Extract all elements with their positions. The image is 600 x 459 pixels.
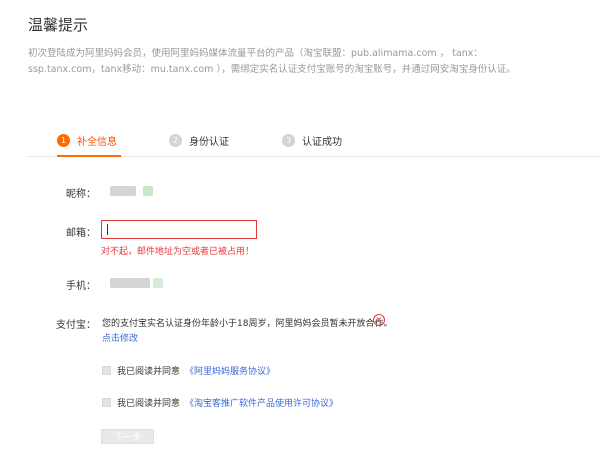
active-step-underline <box>57 155 121 157</box>
email-error-message: 对不起，邮件地址为空或者已被占用！ <box>101 247 255 257</box>
text-caret <box>107 224 108 235</box>
email-label: 邮箱： <box>66 228 96 239</box>
phone-value-blurred-2 <box>153 278 163 288</box>
phone-label: 手机： <box>66 281 96 292</box>
nickname-label: 昵称： <box>66 189 96 200</box>
step-2: 2 身份认证 <box>169 133 229 148</box>
phone-value-blurred <box>110 278 150 288</box>
step-number-1: 1 <box>57 134 70 147</box>
agreement-row-1: 我已阅读并同意 《阿里妈妈服务协议》 <box>102 364 275 377</box>
agree-checkbox-1[interactable] <box>102 366 111 375</box>
agreement-row-2: 我已阅读并同意 《淘宝客推广软件产品使用许可协议》 <box>102 396 338 409</box>
alipay-label: 支付宝： <box>56 320 96 331</box>
step-1: 1 补全信息 <box>57 133 117 148</box>
agree-text-2: 我已阅读并同意 <box>117 399 181 409</box>
page-title: 温馨提示 <box>28 16 89 34</box>
taobaoke-license-agreement-link[interactable]: 《淘宝客推广软件产品使用许可协议》 <box>185 396 338 409</box>
agree-checkbox-2[interactable] <box>102 398 111 407</box>
step-3: 3 认证成功 <box>282 133 342 148</box>
nickname-value-blurred-2 <box>143 186 153 196</box>
alimama-service-agreement-link[interactable]: 《阿里妈妈服务协议》 <box>185 364 275 377</box>
next-step-button[interactable]: 下一步 <box>101 429 154 444</box>
step-label-2: 身份认证 <box>189 137 229 148</box>
agree-text-1: 我已阅读并同意 <box>117 367 181 377</box>
step-label-3: 认证成功 <box>302 137 342 148</box>
step-indicator: 1 补全信息 2 身份认证 3 认证成功 <box>57 133 597 155</box>
alipay-status-message: 您的支付宝实名认证身份年龄小于18周岁，阿里妈妈会员暂未开放合作。 <box>102 319 393 329</box>
email-field[interactable] <box>101 220 257 239</box>
step-label-1: 补全信息 <box>77 137 117 148</box>
notice-text: 初次登陆成为阿里妈妈会员，使用阿里妈妈媒体流量平台的产品（淘宝联盟：pub.al… <box>28 48 516 75</box>
step-number-3: 3 <box>282 134 295 147</box>
step-number-2: 2 <box>169 134 182 147</box>
error-circle-icon: × <box>373 314 385 326</box>
edit-alipay-link[interactable]: 点击修改 <box>102 331 138 344</box>
nickname-value-blurred <box>110 186 136 196</box>
